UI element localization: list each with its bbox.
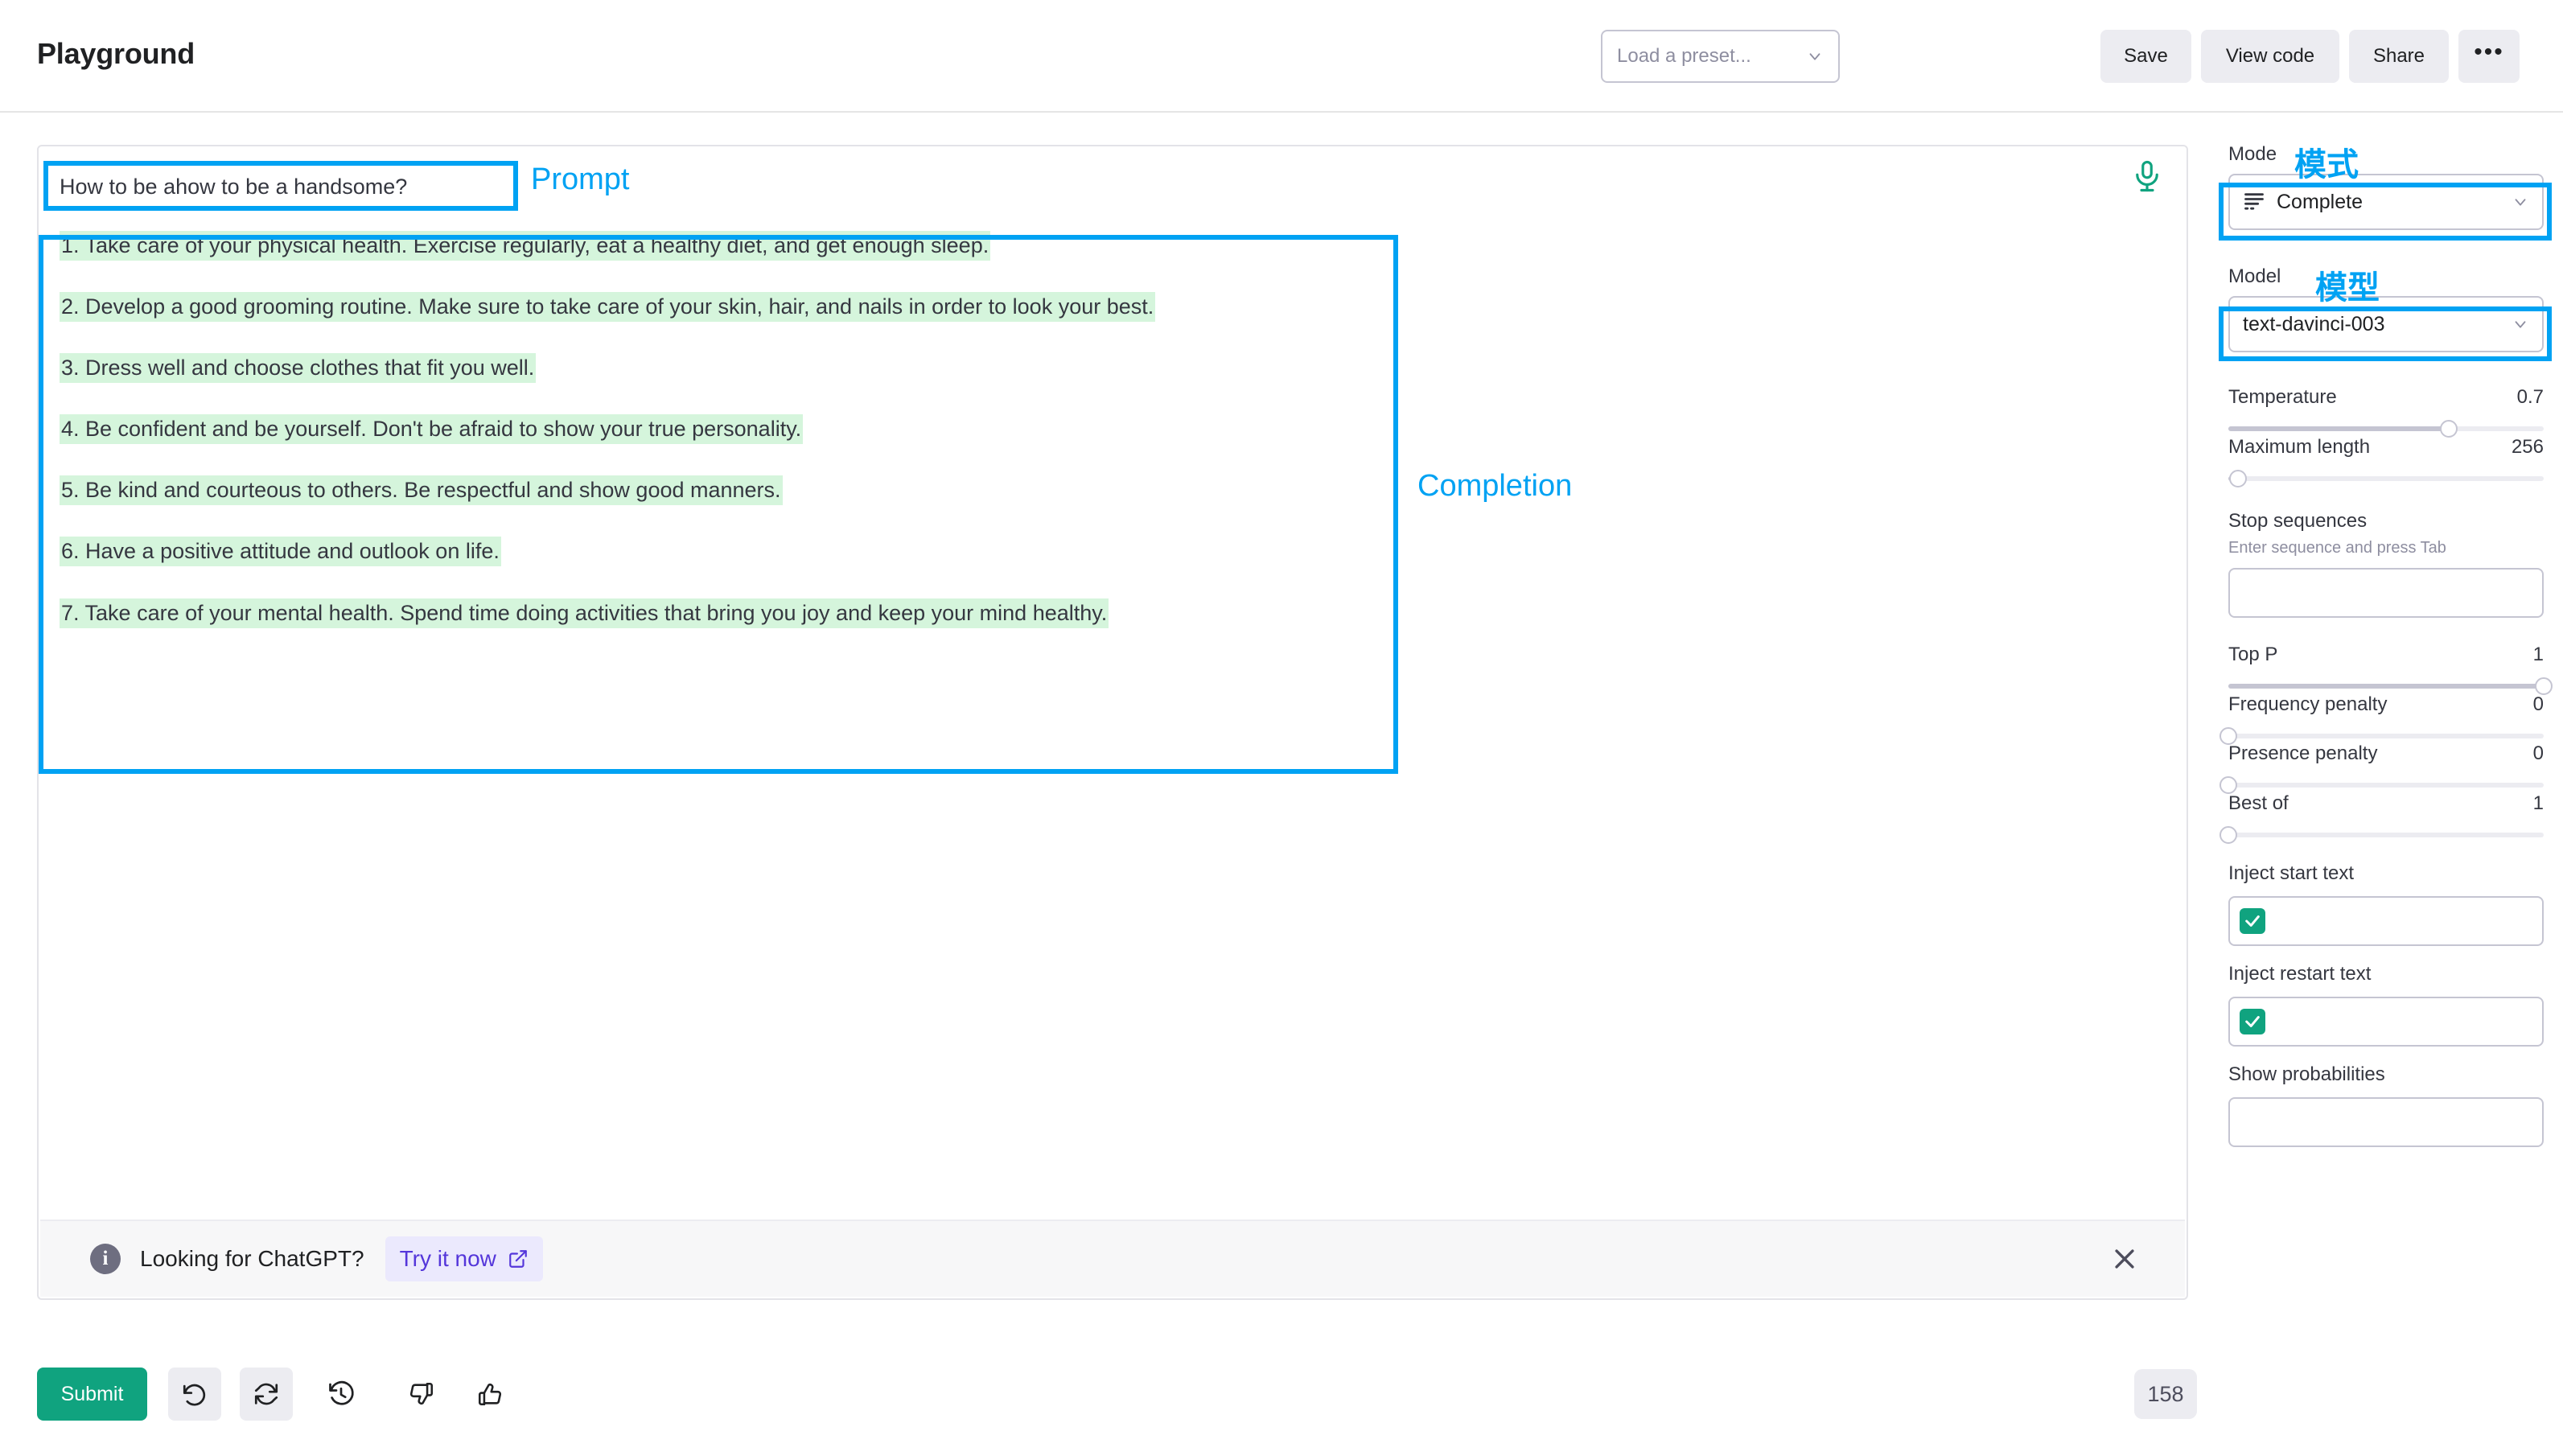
slider-thumb[interactable] [2440, 420, 2458, 438]
page-title: Playground [37, 37, 195, 70]
completion-line: 6. Have a positive attitude and outlook … [60, 537, 2119, 567]
stop-sequences-label: Stop sequences [2228, 510, 2368, 532]
action-bar: Submit 158 [37, 1368, 2197, 1424]
chevron-down-icon [2512, 193, 2529, 211]
app-header: Playground Load a preset... Save View co… [0, 0, 2563, 113]
best-of-label: Best of [2228, 792, 2289, 814]
max-length-row: Maximum length 256 [2228, 436, 2544, 459]
temperature-value: 0.7 [2516, 386, 2544, 408]
best-of-row: Best of 1 [2228, 792, 2544, 815]
completion-line: 1. Take care of your physical health. Ex… [60, 231, 2119, 261]
close-icon[interactable] [2111, 1245, 2138, 1273]
checkbox-checked-icon[interactable] [2240, 908, 2265, 934]
undo-icon[interactable] [168, 1368, 221, 1421]
mode-value: Complete [2277, 190, 2363, 213]
top-p-value: 1 [2532, 644, 2544, 665]
save-button[interactable]: Save [2100, 30, 2191, 83]
thumbs-up-icon[interactable] [463, 1368, 516, 1421]
banner-message: Looking for ChatGPT? [140, 1246, 364, 1271]
preset-placeholder: Load a preset... [1617, 45, 1751, 67]
slider-track [2228, 833, 2544, 837]
model-label: Model [2228, 265, 2281, 287]
slider-thumb[interactable] [2535, 677, 2553, 695]
inject-restart-input[interactable] [2228, 997, 2544, 1047]
prompt-text: How to be ahow to be a handsome? [60, 175, 408, 199]
complete-mode-icon [2243, 191, 2265, 213]
frequency-penalty-value: 0 [2532, 693, 2544, 715]
prompt-annotation-label: Prompt [531, 162, 630, 196]
slider-track [2228, 476, 2544, 481]
chatgpt-banner: i Looking for ChatGPT? Try it now [40, 1220, 2185, 1297]
completion-text: 1. Take care of your physical health. Ex… [60, 231, 2119, 660]
inject-start-label: Inject start text [2228, 862, 2355, 884]
inject-start-input[interactable] [2228, 896, 2544, 946]
more-options-button[interactable]: ••• [2458, 30, 2520, 83]
playground-editor[interactable]: How to be ahow to be a handsome? 1. Take… [37, 145, 2188, 1300]
presence-penalty-label: Presence penalty [2228, 742, 2378, 764]
max-length-value: 256 [2511, 436, 2544, 458]
checkbox-checked-icon[interactable] [2240, 1009, 2265, 1034]
top-p-row: Top P 1 [2228, 644, 2544, 666]
best-of-slider[interactable] [2219, 826, 2544, 844]
temperature-slider[interactable] [2228, 420, 2544, 438]
completion-line: 2. Develop a good grooming routine. Make… [60, 292, 2119, 323]
completion-line: 7. Take care of your mental health. Spen… [60, 598, 2119, 628]
history-icon[interactable] [315, 1368, 368, 1421]
slider-track [2228, 734, 2544, 738]
try-it-now-label: Try it now [399, 1246, 496, 1271]
submit-button[interactable]: Submit [37, 1368, 147, 1421]
temperature-label: Temperature [2228, 386, 2337, 408]
settings-sidebar: Mode Complete Model text-davinci-003 Tem… [2219, 137, 2553, 1456]
mode-label: Mode [2228, 143, 2277, 165]
stop-sequences-input[interactable] [2228, 568, 2544, 618]
model-value: text-davinci-003 [2243, 312, 2385, 335]
regenerate-icon[interactable] [240, 1368, 293, 1421]
share-button[interactable]: Share [2349, 30, 2449, 83]
preset-select[interactable]: Load a preset... [1601, 30, 1840, 83]
view-code-button[interactable]: View code [2201, 30, 2339, 83]
presence-penalty-value: 0 [2532, 742, 2544, 764]
model-select[interactable]: text-davinci-003 [2228, 296, 2544, 352]
slider-thumb[interactable] [2219, 826, 2237, 844]
try-it-now-link[interactable]: Try it now [385, 1236, 543, 1281]
completion-annotation-label: Completion [1417, 469, 1573, 503]
info-icon: i [90, 1244, 121, 1274]
best-of-value: 1 [2532, 792, 2544, 814]
stop-sequences-hint: Enter sequence and press Tab [2228, 539, 2446, 557]
token-counter: 158 [2134, 1369, 2197, 1419]
completion-line: 5. Be kind and courteous to others. Be r… [60, 475, 2119, 506]
slider-thumb[interactable] [2228, 470, 2247, 487]
frequency-penalty-label: Frequency penalty [2228, 693, 2388, 715]
presence-penalty-slider[interactable] [2219, 776, 2544, 794]
max-length-slider[interactable] [2228, 470, 2544, 487]
microphone-icon[interactable] [2130, 159, 2164, 193]
presence-penalty-row: Presence penalty 0 [2228, 742, 2544, 765]
show-probabilities-label: Show probabilities [2228, 1063, 2385, 1085]
top-p-slider[interactable] [2228, 677, 2553, 695]
model-annotation-cjk: 模型 [2315, 269, 2380, 306]
max-length-label: Maximum length [2228, 436, 2371, 458]
chevron-down-icon [1806, 47, 1824, 65]
mode-select[interactable]: Complete [2228, 174, 2544, 230]
mode-annotation-cjk: 模式 [2294, 146, 2359, 183]
top-p-label: Top P [2228, 644, 2278, 665]
thumbs-down-icon[interactable] [395, 1368, 448, 1421]
frequency-penalty-row: Frequency penalty 0 [2228, 693, 2544, 716]
slider-fill [2228, 684, 2544, 689]
external-link-icon [508, 1248, 529, 1269]
chevron-down-icon [2512, 315, 2529, 333]
slider-thumb[interactable] [2219, 776, 2237, 794]
temperature-row: Temperature 0.7 [2228, 386, 2544, 409]
inject-restart-label: Inject restart text [2228, 963, 2372, 985]
completion-line: 4. Be confident and be yourself. Don't b… [60, 414, 2119, 445]
slider-fill [2228, 426, 2450, 431]
show-probabilities-select[interactable] [2228, 1097, 2544, 1147]
slider-track [2228, 783, 2544, 788]
completion-line: 3. Dress well and choose clothes that fi… [60, 353, 2119, 384]
